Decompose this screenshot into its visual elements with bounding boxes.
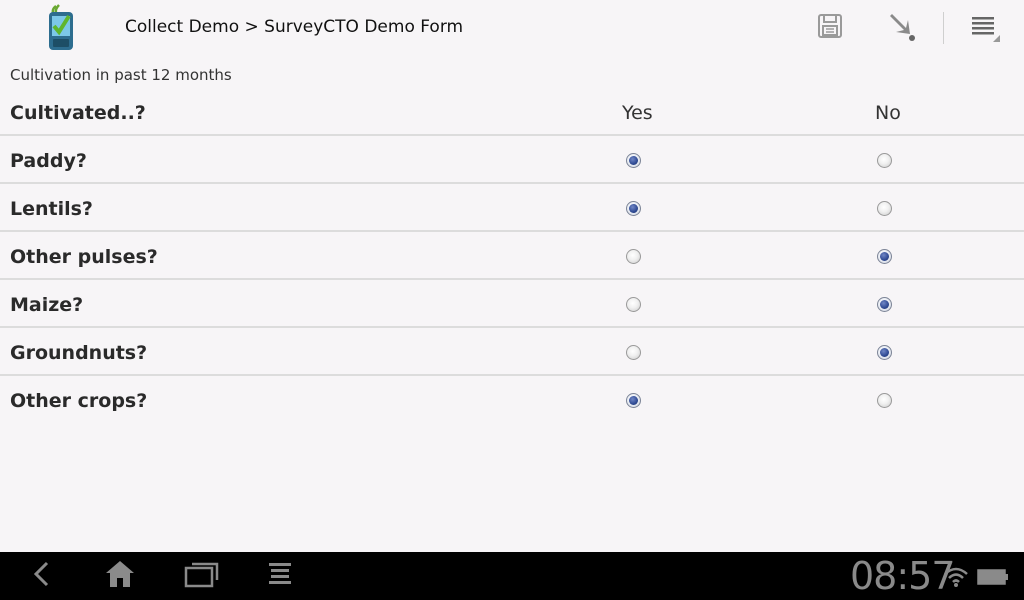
- question-label: Other crops?: [10, 390, 148, 412]
- radio-yes[interactable]: [626, 249, 641, 264]
- row-divider: [0, 230, 1024, 232]
- question-header: Cultivated..?: [10, 102, 146, 124]
- download-icon: [886, 10, 918, 46]
- wifi-icon: [943, 566, 969, 592]
- save-button[interactable]: [808, 8, 852, 48]
- question-row: Lentils?: [0, 186, 1024, 232]
- overflow-menu-icon: [968, 10, 1000, 46]
- radio-no[interactable]: [877, 153, 892, 168]
- column-header-yes: Yes: [622, 102, 653, 124]
- save-icon: [817, 13, 843, 43]
- menu-button[interactable]: [250, 558, 310, 594]
- radio-no[interactable]: [877, 201, 892, 216]
- group-label: Cultivation in past 12 months: [10, 66, 232, 84]
- radio-yes[interactable]: [626, 153, 641, 168]
- download-button[interactable]: [880, 8, 924, 48]
- radio-yes[interactable]: [626, 393, 641, 408]
- question-row: Paddy?: [0, 138, 1024, 184]
- question-label: Lentils?: [10, 198, 93, 220]
- home-icon: [103, 558, 137, 594]
- row-divider: [0, 182, 1024, 184]
- radio-yes[interactable]: [626, 345, 641, 360]
- row-divider: [0, 326, 1024, 328]
- question-label: Other pulses?: [10, 246, 158, 268]
- radio-no[interactable]: [877, 249, 892, 264]
- overflow-menu-button[interactable]: [962, 8, 1006, 48]
- home-button[interactable]: [90, 558, 150, 594]
- system-nav-bar: 08:57: [0, 552, 1024, 600]
- recent-apps-icon: [184, 559, 220, 593]
- row-divider: [0, 374, 1024, 376]
- back-icon: [27, 559, 57, 593]
- back-button[interactable]: [12, 558, 72, 594]
- breadcrumb-title: Collect Demo > SurveyCTO Demo Form: [125, 17, 464, 37]
- question-label: Maize?: [10, 294, 84, 316]
- radio-no[interactable]: [877, 297, 892, 312]
- clock[interactable]: 08:57: [850, 554, 956, 598]
- row-divider: [0, 134, 1024, 136]
- question-row: Other crops?: [0, 378, 1024, 424]
- recent-apps-button[interactable]: [172, 558, 232, 594]
- action-bar-separator: [943, 12, 944, 44]
- action-bar: Collect Demo > SurveyCTO Demo Form: [0, 0, 1024, 57]
- column-header-no: No: [875, 102, 901, 124]
- question-row: Other pulses?: [0, 234, 1024, 280]
- radio-no[interactable]: [877, 345, 892, 360]
- question-label: Paddy?: [10, 150, 87, 172]
- radio-yes[interactable]: [626, 201, 641, 216]
- app-logo-icon[interactable]: [40, 4, 82, 52]
- grid-header-row: Cultivated..? Yes No: [0, 90, 1024, 136]
- battery-icon: [976, 568, 1010, 590]
- radio-yes[interactable]: [626, 297, 641, 312]
- row-divider: [0, 278, 1024, 280]
- question-row: Maize?: [0, 282, 1024, 328]
- question-label: Groundnuts?: [10, 342, 148, 364]
- question-row: Groundnuts?: [0, 330, 1024, 376]
- menu-icon: [267, 560, 293, 592]
- radio-no[interactable]: [877, 393, 892, 408]
